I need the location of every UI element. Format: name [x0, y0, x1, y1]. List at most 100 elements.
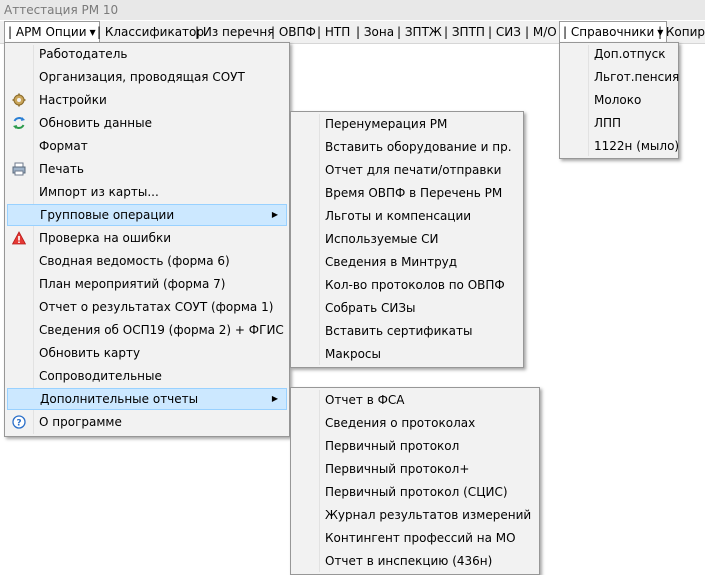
submenu-item-primary-protocol-plus[interactable]: Первичный протокол+: [293, 458, 537, 480]
menu-classifier-prefix: |: [97, 25, 105, 39]
submenu-item-benefits[interactable]: Льготы и компенсации: [293, 205, 521, 227]
menu-from-list-prefix: |: [195, 25, 203, 39]
menu-ntp-prefix: |: [317, 25, 325, 39]
menu-item-milk[interactable]: Молоко: [562, 89, 676, 111]
menu-item-check-errors[interactable]: Проверка на ошибки: [7, 227, 287, 249]
menu-item-label: Печать: [39, 162, 84, 176]
arm-options-menu: Работодатель Организация, проводящая СОУ…: [4, 42, 290, 437]
menu-item-extra-reports[interactable]: Дополнительные отчеты ▶: [7, 388, 287, 410]
menu-references-label: Справочники: [570, 25, 655, 39]
submenu-item-protocol-count[interactable]: Кол-во протоколов по ОВПФ: [293, 274, 521, 296]
menu-from-list-label: Из перечня: [202, 25, 275, 39]
submenu-item-fsa-report[interactable]: Отчет в ФСА: [293, 389, 537, 411]
submenu-item-label: Отчет в ФСА: [325, 393, 405, 407]
menu-copy[interactable]: | Копиро: [655, 21, 705, 43]
submenu-item-primary-protocol[interactable]: Первичный протокол: [293, 435, 537, 457]
submenu-item-mintrud[interactable]: Сведения в Минтруд: [293, 251, 521, 273]
menu-ovpf[interactable]: | ОВПФ: [268, 21, 319, 43]
submenu-item-label: Собрать СИЗы: [325, 301, 416, 315]
menu-item-format[interactable]: Формат: [7, 135, 287, 157]
submenu-item-used-si[interactable]: Используемые СИ: [293, 228, 521, 250]
menu-siz-label: СИЗ: [495, 25, 521, 39]
menu-item-extra-leave[interactable]: Доп.отпуск: [562, 43, 676, 65]
submenu-item-label: Первичный протокол (СЦИС): [325, 485, 508, 499]
submenu-item-label: Отчет в инспекцию (436н): [325, 554, 493, 568]
menu-item-plan-form7[interactable]: План мероприятий (форма 7): [7, 273, 287, 295]
menu-zptzh[interactable]: | ЗПТЖ: [394, 21, 445, 43]
submenu-item-label: Контингент профессий на МО: [325, 531, 516, 545]
menu-item-settings[interactable]: Настройки: [7, 89, 287, 111]
group-operations-submenu: Перенумерация РМ Вставить оборудование и…: [290, 111, 524, 368]
svg-text:?: ?: [16, 419, 21, 429]
gear-icon: [12, 93, 26, 107]
menu-item-label: Групповые операции: [40, 208, 175, 222]
menu-item-print[interactable]: Печать: [7, 158, 287, 180]
menu-zptzh-prefix: |: [397, 25, 405, 39]
menu-item-sout-org[interactable]: Организация, проводящая СОУТ: [7, 66, 287, 88]
menu-zptzh-label: ЗПТЖ: [404, 25, 442, 39]
chevron-right-icon: ▶: [271, 394, 278, 403]
submenu-item-protocol-info[interactable]: Сведения о протоколах: [293, 412, 537, 434]
menu-from-list[interactable]: | Из перечня: [192, 21, 277, 43]
menu-bar: | АРМ Опции ▼ | Классификатор | Из перечн…: [0, 21, 705, 44]
menu-zptp-label: ЗПТП: [451, 25, 485, 39]
menu-arm-options[interactable]: | АРМ Опции ▼: [4, 21, 100, 43]
extra-reports-submenu: Отчет в ФСА Сведения о протоколах Первич…: [290, 387, 540, 575]
menu-siz[interactable]: | СИЗ: [485, 21, 524, 43]
menu-copy-prefix: |: [658, 25, 666, 39]
submenu-item-primary-protocol-scis[interactable]: Первичный протокол (СЦИС): [293, 481, 537, 503]
menu-item-group-operations[interactable]: Групповые операции ▶: [7, 204, 287, 226]
menu-ovpf-prefix: |: [271, 25, 279, 39]
submenu-item-label: Макросы: [325, 347, 381, 361]
submenu-item-insert-certs[interactable]: Вставить сертификаты: [293, 320, 521, 342]
submenu-item-label: Сведения о протоколах: [325, 416, 476, 430]
menu-ntp[interactable]: | НТП: [314, 21, 353, 43]
submenu-item-collect-siz[interactable]: Собрать СИЗы: [293, 297, 521, 319]
submenu-item-macros[interactable]: Макросы: [293, 343, 521, 365]
menu-item-refresh-data[interactable]: Обновить данные: [7, 112, 287, 134]
menu-item-1122n-soap[interactable]: 1122н (мыло): [562, 135, 680, 157]
menu-item-employer[interactable]: Работодатель: [7, 43, 287, 65]
menu-item-label: Отчет о результатах СОУТ (форма 1): [39, 300, 274, 314]
menu-item-label: Сводная ведомость (форма 6): [39, 254, 230, 268]
warning-icon: [12, 231, 26, 245]
menu-zone-label: Зона: [363, 25, 395, 39]
menu-zptp[interactable]: | ЗПТП: [441, 21, 488, 43]
menu-item-label: План мероприятий (форма 7): [39, 277, 226, 291]
submenu-item-label: Сведения в Минтруд: [325, 255, 458, 269]
menu-item-pension[interactable]: Льгот.пенсия: [562, 66, 679, 88]
menu-item-cover-letters[interactable]: Сопроводительные: [7, 365, 287, 387]
menu-mo-prefix: |: [525, 25, 533, 39]
window-title: Аттестация РМ 10: [0, 0, 705, 20]
menu-item-label: Формат: [39, 139, 88, 153]
chevron-right-icon: ▶: [271, 210, 278, 219]
menu-item-label: Молоко: [594, 93, 642, 107]
menu-item-update-card[interactable]: Обновить карту: [7, 342, 287, 364]
menu-item-lpp[interactable]: ЛПП: [562, 112, 676, 134]
menu-item-osp19-form2[interactable]: Сведения об ОСП19 (форма 2) + ФГИС: [7, 319, 287, 341]
menu-zone[interactable]: | Зона: [353, 21, 397, 43]
submenu-item-professions-mo[interactable]: Контингент профессий на МО: [293, 527, 537, 549]
menu-item-label: Дополнительные отчеты: [40, 392, 199, 406]
menu-item-label: 1122н (мыло): [594, 139, 680, 153]
menu-ovpf-label: ОВПФ: [278, 25, 316, 39]
menu-item-label: Проверка на ошибки: [39, 231, 172, 245]
menu-item-import-card[interactable]: Импорт из карты...: [7, 181, 287, 203]
submenu-item-label: Используемые СИ: [325, 232, 439, 246]
menu-classifier[interactable]: | Классификатор: [94, 21, 207, 43]
submenu-item-renumber[interactable]: Перенумерация РМ: [293, 113, 521, 135]
submenu-item-print-report[interactable]: Отчет для печати/отправки: [293, 159, 521, 181]
menu-item-report-form1[interactable]: Отчет о результатах СОУТ (форма 1): [7, 296, 287, 318]
submenu-item-insert-equipment[interactable]: Вставить оборудование и пр.: [293, 136, 521, 158]
submenu-item-label: Кол-во протоколов по ОВПФ: [325, 278, 505, 292]
menu-item-summary-form6[interactable]: Сводная ведомость (форма 6): [7, 250, 287, 272]
menu-item-about[interactable]: ? О программе: [7, 411, 287, 433]
submenu-item-ovpf-time[interactable]: Время ОВПФ в Перечень РМ: [293, 182, 521, 204]
submenu-item-inspection-report[interactable]: Отчет в инспекцию (436н): [293, 550, 537, 572]
menu-mo[interactable]: | М/О: [522, 21, 560, 43]
menu-references[interactable]: | Справочники ▼: [559, 21, 668, 43]
submenu-item-measurement-log[interactable]: Журнал результатов измерений: [293, 504, 537, 526]
submenu-item-label: Перенумерация РМ: [325, 117, 448, 131]
menu-item-label: Работодатель: [39, 47, 128, 61]
menu-siz-prefix: |: [488, 25, 496, 39]
